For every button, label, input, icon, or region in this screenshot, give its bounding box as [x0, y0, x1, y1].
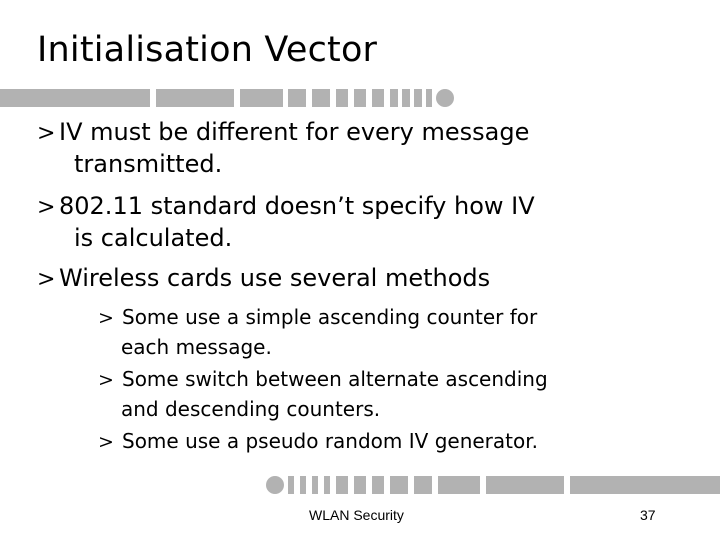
sub-bullet-text: Some switch between alternate ascending — [122, 367, 548, 391]
decor-bar-segment — [354, 89, 366, 107]
decor-bar-segment — [312, 476, 318, 494]
bullet-text-continuation: is calculated. — [74, 224, 233, 252]
decor-bar-segment — [336, 89, 348, 107]
decor-bar-segment — [0, 89, 150, 107]
sub-bullet-marker: > — [98, 307, 114, 329]
decor-bar-segment — [156, 89, 234, 107]
footer-title: WLAN Security — [309, 507, 404, 523]
bullet-item: > IV must be different for every message … — [37, 117, 529, 180]
decor-bar-segment — [402, 89, 410, 107]
sub-bullet-text-continuation: each message. — [121, 335, 272, 359]
page-number: 37 — [640, 507, 656, 523]
bullet-item: >802.11 standard doesn’t specify how IV … — [37, 191, 535, 254]
sub-bullet-marker: > — [98, 431, 114, 453]
decor-bar-segment — [372, 89, 384, 107]
bullet-marker: > — [37, 121, 56, 146]
decor-bar-segment — [570, 476, 720, 494]
decor-bar-segment — [426, 89, 432, 107]
decor-bar-segment — [336, 476, 348, 494]
sub-bullet-marker: > — [98, 369, 114, 391]
decor-bar-segment — [354, 476, 366, 494]
decor-bar-segment — [414, 89, 422, 107]
decor-bar-segment — [438, 476, 480, 494]
decor-bar-segment — [288, 89, 306, 107]
decor-bar-segment — [372, 476, 384, 494]
decor-bar-segment — [390, 476, 408, 494]
bullet-marker: > — [37, 267, 56, 292]
decor-bar-segment — [288, 476, 294, 494]
sub-bullet-item: > Some use a simple ascending counter for… — [98, 302, 537, 363]
bullet-text: IV must be different for every message — [59, 118, 530, 146]
bullet-text-continuation: transmitted. — [74, 150, 223, 178]
decor-dot — [266, 476, 284, 494]
decor-bar-segment — [240, 89, 283, 107]
decor-dot — [436, 89, 454, 107]
sub-bullet-item: > Some use a pseudo random IV generator. — [98, 426, 538, 458]
decor-bar-segment — [390, 89, 398, 107]
bullet-text: 802.11 standard doesn’t specify how IV — [59, 192, 535, 220]
sub-bullet-text: Some use a simple ascending counter for — [122, 305, 538, 329]
sub-bullet-text: Some use a pseudo random IV generator. — [122, 429, 538, 453]
bullet-text: Wireless cards use several methods — [59, 264, 491, 292]
sub-bullet-text-continuation: and descending counters. — [121, 397, 381, 421]
slide-title: Initialisation Vector — [37, 30, 378, 70]
bullet-marker: > — [37, 195, 56, 220]
decor-bar-segment — [486, 476, 564, 494]
decor-bar-segment — [300, 476, 306, 494]
decor-bar-segment — [324, 476, 330, 494]
sub-bullet-item: > Some switch between alternate ascending… — [98, 364, 548, 425]
decor-bar-segment — [312, 89, 330, 107]
decor-bar-segment — [414, 476, 432, 494]
bullet-item: > Wireless cards use several methods — [37, 263, 490, 295]
